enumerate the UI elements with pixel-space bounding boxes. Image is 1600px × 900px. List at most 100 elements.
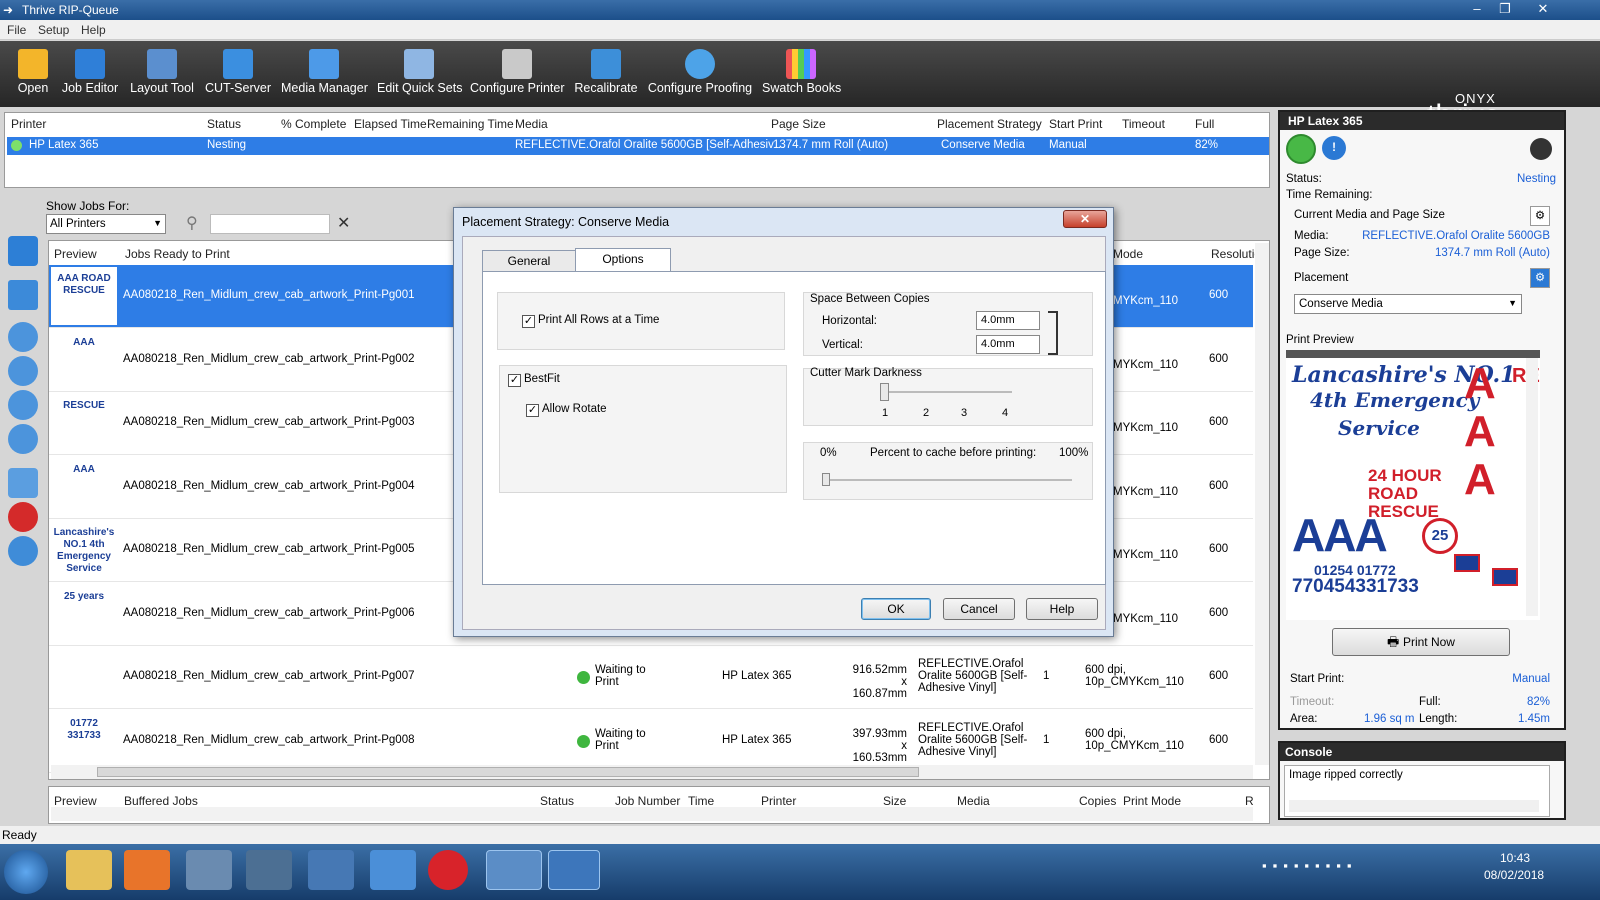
cutter-mark-slider-thumb[interactable] <box>880 383 889 401</box>
ok-button[interactable]: OK <box>861 598 931 620</box>
col-full[interactable]: Full <box>1195 113 1214 135</box>
close-icon[interactable]: ✕ <box>1528 0 1558 18</box>
cache-slider-thumb[interactable] <box>822 473 830 486</box>
layout-tool-button[interactable]: Layout Tool <box>128 41 196 107</box>
printer-settings-icon[interactable] <box>1530 138 1552 160</box>
jobs-horizontal-scrollbar[interactable] <box>51 765 1253 779</box>
app-taskbar-icon-1[interactable] <box>186 850 232 890</box>
cut-server-button[interactable]: CUT-Server <box>205 41 271 107</box>
cut-server-taskbar-icon[interactable] <box>370 850 416 890</box>
job-preview-text: 25 years <box>63 590 105 602</box>
print-all-rows-checkbox[interactable]: ✓ <box>522 315 535 328</box>
col-jobs-ready[interactable]: Jobs Ready to Print <box>125 243 230 265</box>
col-resolution[interactable]: Resolutio <box>1211 243 1261 265</box>
system-tray-icons[interactable]: ▪▪▪▪▪▪▪▪▪ <box>1262 858 1462 876</box>
restore-icon[interactable]: ❐ <box>1490 0 1520 18</box>
printer-name: HP Latex 365 <box>29 139 99 151</box>
printer-filter-select[interactable]: All Printers ▼ <box>46 214 166 234</box>
vertical-stepper[interactable]: 4.0mm <box>976 335 1040 354</box>
col-remaining[interactable]: Remaining Time <box>427 113 514 135</box>
cutter-mark-label: Cutter Mark Darkness <box>810 367 922 379</box>
opera-taskbar-icon[interactable] <box>428 850 468 890</box>
job-print-mode: MYKcm_110 <box>1113 612 1178 625</box>
media-manager-button[interactable]: Media Manager <box>281 41 368 107</box>
explorer-taskbar-icon[interactable] <box>66 850 112 890</box>
print-now-printer-icon: 🖶 <box>1387 634 1403 649</box>
placement-select[interactable]: Conserve Media ▼ <box>1294 294 1522 314</box>
cancel-button[interactable]: Cancel <box>943 598 1015 620</box>
job-row[interactable]: 01772 331733 AA080218_Ren_Midlum_crew_cab… <box>49 710 1253 773</box>
show-jobs-label: Show Jobs For: <box>46 199 130 213</box>
media-gear-icon[interactable]: ⚙ <box>1530 206 1550 226</box>
delete-icon[interactable] <box>8 502 38 532</box>
horizontal-stepper[interactable]: 4.0mm <box>976 311 1040 330</box>
dialog-close-button[interactable]: ✕ <box>1063 210 1107 228</box>
console-scrollbar[interactable] <box>1289 800 1539 812</box>
media-player-taskbar-icon[interactable] <box>124 850 170 890</box>
link-chain-icon[interactable] <box>1048 311 1058 355</box>
job-editor-nav-icon[interactable] <box>8 236 38 266</box>
recalibrate-button[interactable]: Recalibrate <box>574 41 638 107</box>
page-size-label: Page Size: <box>1294 247 1350 259</box>
help-button[interactable]: Help <box>1026 598 1098 620</box>
power-icon[interactable] <box>1286 134 1316 164</box>
swatch-books-button[interactable]: Swatch Books <box>762 41 841 107</box>
menu-help[interactable]: Help <box>81 23 106 37</box>
edit-job-icon[interactable] <box>8 280 38 310</box>
col-printer[interactable]: Printer <box>11 113 46 135</box>
duplicate-icon[interactable] <box>8 468 38 498</box>
col-placement[interactable]: Placement Strategy <box>937 113 1042 135</box>
move-down-icon[interactable] <box>8 390 38 420</box>
rip-queue-taskbar-icon[interactable] <box>486 850 542 890</box>
job-row[interactable]: AA080218_Ren_Midlum_crew_cab_artwork_Pri… <box>49 646 1253 709</box>
allow-rotate-checkbox[interactable]: ✓ <box>526 404 539 417</box>
configure-proofing-button[interactable]: Configure Proofing <box>647 41 753 107</box>
open-label: Open <box>17 81 49 95</box>
jobs-vertical-scrollbar[interactable] <box>1255 243 1269 765</box>
job-preview-text: AAA <box>73 463 95 475</box>
app-taskbar-icon-2[interactable] <box>246 850 292 890</box>
info-icon[interactable]: ! <box>1322 136 1346 160</box>
menu-setup[interactable]: Setup <box>38 23 69 37</box>
col-mode[interactable]: Mode <box>1113 243 1143 265</box>
search-input[interactable] <box>210 214 330 234</box>
edit-quick-sets-icon <box>404 49 434 79</box>
bestfit-checkbox[interactable]: ✓ <box>508 374 521 387</box>
cache-slider-track[interactable] <box>824 479 1072 481</box>
placement-label: Placement <box>1294 272 1349 284</box>
configure-printer-button[interactable]: Configure Printer <box>470 41 565 107</box>
col-preview[interactable]: Preview <box>54 243 97 265</box>
move-up-icon[interactable] <box>8 356 38 386</box>
placement-gear-icon[interactable]: ⚙ <box>1530 268 1550 288</box>
buffer-horizontal-scrollbar[interactable] <box>51 807 1253 821</box>
col-page-size[interactable]: Page Size <box>771 113 826 135</box>
printer-row[interactable]: HP Latex 365 Nesting REFLECTIVE.Orafol O… <box>7 137 1269 155</box>
open-button[interactable]: Open <box>12 41 54 107</box>
horizontal-scroll-thumb[interactable] <box>97 767 919 777</box>
col-timeout[interactable]: Timeout <box>1122 113 1165 135</box>
tab-options[interactable]: Options <box>575 248 671 272</box>
menu-bar: File Setup Help <box>0 20 1600 40</box>
windows-start-icon[interactable] <box>4 850 48 894</box>
cutter-mark-slider-track[interactable] <box>884 391 1012 393</box>
col-status[interactable]: Status <box>207 113 241 135</box>
edit-quick-sets-button[interactable]: Edit Quick Sets <box>377 41 462 107</box>
job-resolution: 600 <box>1209 733 1229 746</box>
move-top-icon[interactable] <box>8 322 38 352</box>
tab-general[interactable]: General <box>482 250 576 271</box>
menu-file[interactable]: File <box>7 23 26 37</box>
clear-search-icon[interactable]: ✕ <box>337 213 350 233</box>
print-all-rows-label: Print All Rows at a Time <box>538 314 660 326</box>
job-editor-button[interactable]: Job Editor <box>60 41 120 107</box>
col-start-print[interactable]: Start Print <box>1049 113 1102 135</box>
job-editor-taskbar-icon[interactable] <box>548 850 600 890</box>
app-taskbar-icon-3[interactable] <box>308 850 354 890</box>
col-complete[interactable]: % Complete <box>281 113 346 135</box>
move-bottom-icon[interactable] <box>8 424 38 454</box>
minimize-icon[interactable]: – <box>1462 0 1492 18</box>
col-elapsed[interactable]: Elapsed Time <box>354 113 427 135</box>
print-now-button[interactable]: 🖶 Print Now <box>1332 628 1510 656</box>
preview-scrollbar[interactable] <box>1526 358 1538 616</box>
col-media[interactable]: Media <box>515 113 548 135</box>
pause-icon[interactable] <box>8 536 38 566</box>
